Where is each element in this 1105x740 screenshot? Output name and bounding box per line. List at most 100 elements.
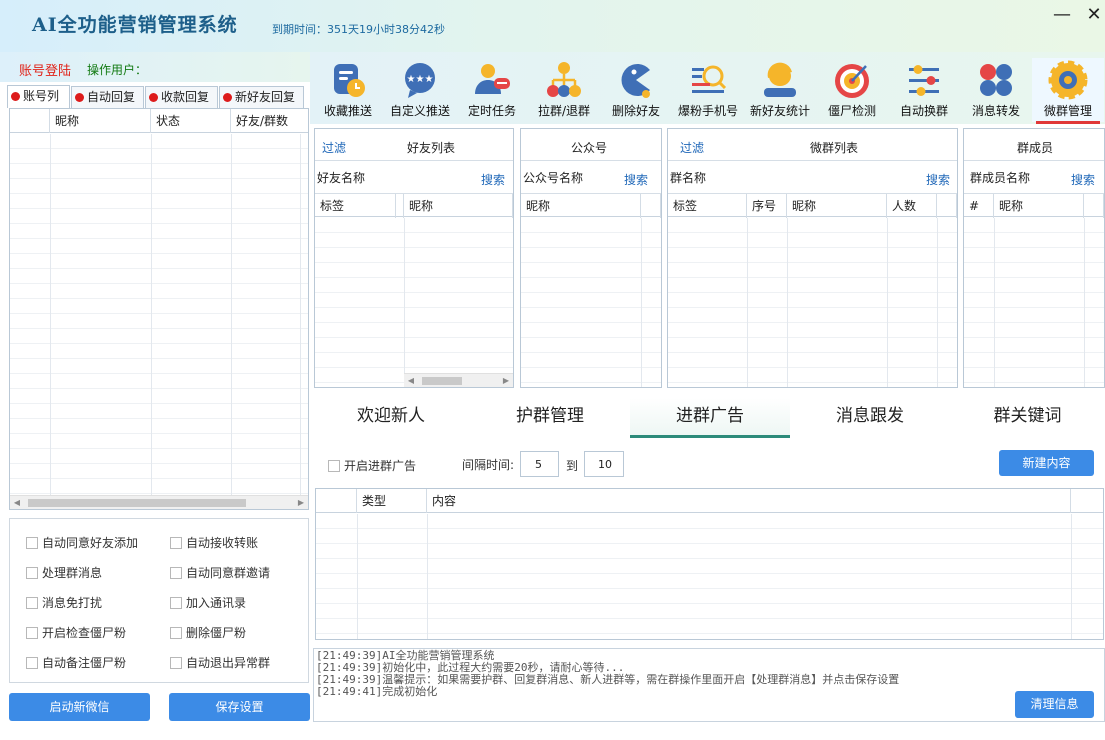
checkbox[interactable]: [170, 567, 182, 579]
tab-account-list[interactable]: 账号列: [7, 85, 70, 108]
close-button[interactable]: ✕: [1083, 4, 1105, 26]
title-bar: AI全功能营销管理系统 到期时间：351天19小时38分42秒 — ✕: [0, 0, 1105, 52]
checkbox[interactable]: [26, 537, 38, 549]
new-content-button[interactable]: 新建内容: [999, 450, 1094, 476]
tool-new-friend-stats[interactable]: 新好友统计: [744, 58, 816, 122]
option-auto-exit-abnormal-group[interactable]: 自动退出异常群: [170, 654, 270, 671]
checkbox[interactable]: [170, 657, 182, 669]
tool-label: 消息转发: [971, 104, 1020, 118]
status-dot-icon: [149, 93, 158, 102]
tool-label: 自定义推送: [389, 104, 450, 118]
tab-group-protection[interactable]: 护群管理: [470, 398, 630, 438]
interval-to-label: 到: [566, 459, 579, 473]
column-header-nickname[interactable]: 昵称: [404, 194, 513, 218]
friends-table-body[interactable]: [315, 218, 513, 387]
groups-table-body[interactable]: [668, 218, 957, 387]
ad-content-table[interactable]: 类型 内容: [315, 488, 1104, 640]
checkbox[interactable]: [26, 567, 38, 579]
option-auto-receive-transfer[interactable]: 自动接收转账: [170, 534, 258, 551]
column-header[interactable]: [316, 489, 357, 513]
column-header-nickname[interactable]: 昵称: [50, 109, 151, 133]
option-add-to-contacts[interactable]: 加入通讯录: [170, 594, 246, 611]
tool-delete-friend[interactable]: 删除好友: [600, 58, 672, 122]
tool-zombie-check[interactable]: 僵尸检测: [816, 58, 888, 122]
friends-table-hscroll[interactable]: ◀ ▶: [404, 373, 513, 387]
panel-title: 微群列表: [810, 141, 859, 155]
groups-panel: 过滤 微群列表 群名称 搜索 标签 序号 昵称 人数: [667, 128, 958, 388]
clear-info-button[interactable]: 清理信息: [1015, 691, 1094, 718]
tool-auto-switch-group[interactable]: 自动换群: [888, 58, 960, 122]
account-table-hscroll[interactable]: ◀ ▶: [10, 495, 308, 509]
panel-title-bar: 公众号: [521, 129, 661, 161]
tool-message-forward[interactable]: 消息转发: [960, 58, 1032, 122]
enable-join-ads-option[interactable]: 开启进群广告: [328, 457, 416, 474]
friend-name-label: 好友名称: [317, 171, 366, 185]
tool-join-leave-group[interactable]: 拉群/退群: [528, 58, 600, 122]
log-panel[interactable]: [21:49:39]AI全功能营销管理系统 [21:49:39]初始化中，此过程…: [313, 648, 1105, 722]
official-table-body[interactable]: [521, 218, 661, 387]
option-check-zombie-fans[interactable]: 开启检查僵尸粉: [26, 624, 126, 641]
checkbox[interactable]: [26, 657, 38, 669]
column-header-friends-groups[interactable]: 好友/群数: [231, 109, 308, 133]
minimize-button[interactable]: —: [1051, 4, 1073, 26]
panel-title-bar: 过滤 好友列表: [315, 129, 513, 161]
tab-auto-reply[interactable]: 自动回复: [71, 86, 144, 108]
tool-phone-fans[interactable]: 爆粉手机号: [672, 58, 744, 122]
search-link[interactable]: 搜索: [926, 171, 950, 188]
column-header-type[interactable]: 类型: [357, 489, 427, 513]
search-link[interactable]: 搜索: [1071, 171, 1095, 188]
checkbox[interactable]: [170, 597, 182, 609]
option-do-not-disturb[interactable]: 消息免打扰: [26, 594, 102, 611]
column-header-nickname[interactable]: 昵称: [994, 194, 1084, 218]
tool-favorite-push[interactable]: 收藏推送: [312, 58, 384, 122]
tab-group-keywords[interactable]: 群关键词: [950, 398, 1105, 438]
column-header-tag[interactable]: 标签: [315, 194, 396, 218]
account-table[interactable]: 昵称 状态 好友/群数 ◀ ▶: [9, 108, 309, 510]
tab-welcome-newcomer[interactable]: 欢迎新人: [312, 398, 470, 438]
interval-to-input[interactable]: 10: [584, 451, 624, 477]
account-login-link[interactable]: 账号登陆: [19, 60, 71, 79]
column-header-index[interactable]: #: [964, 194, 994, 218]
content-tabs: 欢迎新人 护群管理 进群广告 消息跟发 群关键词: [312, 398, 1105, 438]
account-table-body: [10, 134, 308, 495]
interval-label: 间隔时间:: [462, 458, 515, 472]
checkbox[interactable]: [170, 627, 182, 639]
interval-from-input[interactable]: 5: [520, 451, 559, 477]
column-header-status[interactable]: 状态: [151, 109, 231, 133]
start-wechat-button[interactable]: 启动新微信: [9, 693, 150, 721]
search-list-icon: [688, 60, 728, 100]
search-link[interactable]: 搜索: [624, 171, 648, 188]
gear-icon: [1048, 60, 1088, 100]
column-header-content[interactable]: 内容: [427, 489, 1071, 513]
checkbox[interactable]: [26, 627, 38, 639]
checkbox[interactable]: [26, 597, 38, 609]
column-header[interactable]: [10, 109, 50, 133]
tool-group-management[interactable]: 微群管理: [1032, 58, 1104, 124]
tool-scheduled-task[interactable]: 定时任务: [456, 58, 528, 122]
column-header-nickname[interactable]: 昵称: [787, 194, 887, 218]
panel-title: 公众号: [571, 141, 608, 155]
column-header-tag[interactable]: 标签: [668, 194, 747, 218]
search-link[interactable]: 搜索: [481, 171, 505, 188]
checkbox[interactable]: [328, 460, 340, 472]
option-auto-accept-group-invite[interactable]: 自动同意群邀请: [170, 564, 270, 581]
tab-new-friend-reply[interactable]: 新好友回复: [219, 86, 304, 108]
option-delete-zombie-fans[interactable]: 删除僵尸粉: [170, 624, 246, 641]
svg-text:★★★: ★★★: [407, 74, 434, 85]
tool-custom-push[interactable]: ★★★ 自定义推送: [384, 58, 456, 122]
tab-message-follow[interactable]: 消息跟发: [790, 398, 950, 438]
tab-join-group-ads[interactable]: 进群广告: [630, 398, 790, 438]
column-header-count[interactable]: 人数: [887, 194, 937, 218]
tab-payment-reply[interactable]: 收款回复: [145, 86, 218, 108]
checkbox[interactable]: [170, 537, 182, 549]
option-handle-group-message[interactable]: 处理群消息: [26, 564, 102, 581]
column-header-index[interactable]: 序号: [747, 194, 787, 218]
members-table-body[interactable]: [964, 218, 1104, 387]
column-header-nickname[interactable]: 昵称: [521, 194, 641, 218]
filter-link[interactable]: 过滤: [680, 139, 704, 156]
group-members-panel: 群成员 群成员名称 搜索 # 昵称: [963, 128, 1105, 388]
option-auto-accept-friend[interactable]: 自动同意好友添加: [26, 534, 138, 551]
filter-link[interactable]: 过滤: [322, 139, 346, 156]
option-remark-zombie-fans[interactable]: 自动备注僵尸粉: [26, 654, 126, 671]
save-settings-button[interactable]: 保存设置: [169, 693, 310, 721]
